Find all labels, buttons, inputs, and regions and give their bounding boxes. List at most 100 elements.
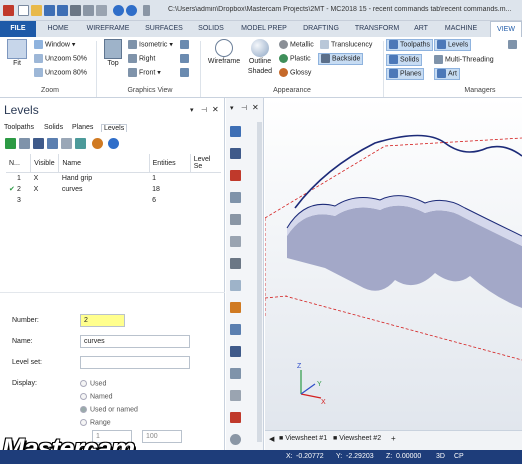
- tab-file[interactable]: FILE: [0, 21, 36, 37]
- tab-transform[interactable]: TRANSFORM: [350, 21, 404, 37]
- levels-manager-button[interactable]: Levels: [434, 39, 472, 52]
- recent-command-icon[interactable]: [230, 324, 241, 335]
- refresh-icon[interactable]: [75, 138, 86, 149]
- print-icon[interactable]: [70, 5, 81, 16]
- recent-command-icon[interactable]: [230, 434, 241, 445]
- recent-command-icon[interactable]: [230, 126, 241, 137]
- recent-command-icon[interactable]: [230, 236, 241, 247]
- redo-icon[interactable]: [126, 5, 137, 16]
- solids-manager-button[interactable]: Solids: [386, 54, 423, 67]
- manager-tab-toolpaths[interactable]: Toolpaths: [4, 124, 34, 131]
- layers-visible-icon[interactable]: [47, 138, 58, 149]
- undo-icon[interactable]: [113, 5, 124, 16]
- column-header-number[interactable]: N...: [6, 154, 32, 173]
- tab-wireframe[interactable]: WIREFRAME: [80, 21, 136, 37]
- close-panel-icon[interactable]: ✕: [212, 105, 219, 114]
- recent-command-icon[interactable]: [230, 368, 241, 379]
- outline-shaded-button[interactable]: Outline Shaded: [244, 39, 276, 77]
- recent-command-icon[interactable]: [230, 214, 241, 225]
- table-row[interactable]: 3 6: [6, 195, 221, 206]
- open-file-icon[interactable]: [31, 5, 42, 16]
- plastic-button[interactable]: Plastic: [279, 54, 311, 64]
- construction-plane[interactable]: CP: [454, 453, 464, 460]
- multithreading-manager-button[interactable]: Multi-Threading: [434, 55, 494, 65]
- print-preview-icon[interactable]: [83, 5, 94, 16]
- toolbar-dropdown-icon[interactable]: ▾: [230, 104, 234, 112]
- recent-command-icon[interactable]: [230, 148, 241, 159]
- window-zoom-button[interactable]: Window ▾: [34, 40, 75, 50]
- tab-surfaces[interactable]: SURFACES: [140, 21, 188, 37]
- isometric-button[interactable]: Isometric ▾: [128, 40, 173, 50]
- metallic-button[interactable]: Metallic: [279, 40, 314, 50]
- mastercam-app-icon[interactable]: [3, 5, 14, 16]
- tab-drafting[interactable]: DRAFTING: [298, 21, 344, 37]
- view-extra-button-1[interactable]: [180, 40, 191, 50]
- manager-tab-solids[interactable]: Solids: [44, 124, 63, 131]
- tab-machine[interactable]: MACHINE: [438, 21, 484, 37]
- display-used-or-named-radio[interactable]: Used or named: [80, 406, 138, 413]
- managers-extra-button[interactable]: [508, 40, 519, 50]
- recent-command-icon[interactable]: [230, 302, 241, 313]
- recent-command-icon[interactable]: [230, 390, 241, 401]
- graphics-viewport[interactable]: Z Y X: [264, 98, 522, 430]
- toolbar-pin-icon[interactable]: ⊣: [241, 104, 247, 112]
- table-row[interactable]: 1 X Hand grip 1: [6, 173, 221, 184]
- viewsheet-nav-icon[interactable]: ◀: [269, 435, 274, 443]
- column-header-name[interactable]: Name: [58, 154, 150, 173]
- unzoom-80-button[interactable]: Unzoom 80%: [34, 68, 87, 78]
- tab-art[interactable]: ART: [410, 21, 432, 37]
- settings-icon[interactable]: [92, 138, 103, 149]
- fit-button[interactable]: Fit: [6, 39, 28, 69]
- right-view-button[interactable]: Right: [128, 54, 155, 64]
- customize-chevron-icon[interactable]: [143, 5, 150, 16]
- range-to-field[interactable]: 100: [142, 430, 182, 443]
- tab-model-prep[interactable]: MODEL PREP: [236, 21, 292, 37]
- number-field[interactable]: 2: [80, 314, 125, 327]
- recent-command-icon[interactable]: [230, 192, 241, 203]
- toolpaths-manager-button[interactable]: Toolpaths: [386, 39, 433, 52]
- layers-icon[interactable]: [33, 138, 44, 149]
- viewsheet-tab-1[interactable]: ■ Viewsheet #1: [279, 435, 327, 442]
- wireframe-button[interactable]: Wireframe: [206, 39, 242, 67]
- help-icon[interactable]: [108, 138, 119, 149]
- recent-command-icon[interactable]: [230, 412, 241, 423]
- name-field[interactable]: curves: [80, 335, 190, 348]
- column-header-entities[interactable]: Entities: [149, 154, 191, 173]
- tab-view[interactable]: VIEW: [490, 21, 522, 37]
- glossy-button[interactable]: Glossy: [279, 68, 311, 78]
- table-row[interactable]: ✔ 2 X curves 18: [6, 184, 221, 195]
- viewsheet-tab-2[interactable]: ■ Viewsheet #2: [333, 435, 381, 442]
- layers-hidden-icon[interactable]: [61, 138, 72, 149]
- save-icon[interactable]: [44, 5, 55, 16]
- cut-icon[interactable]: [96, 5, 107, 16]
- recent-command-icon[interactable]: [230, 280, 241, 291]
- unzoom-50-button[interactable]: Unzoom 50%: [34, 54, 87, 64]
- display-named-radio[interactable]: Named: [80, 393, 113, 400]
- toolbar-scrollbar[interactable]: [257, 122, 262, 442]
- top-view-button[interactable]: Top: [102, 39, 124, 69]
- toolbar-close-icon[interactable]: ✕: [252, 103, 259, 112]
- art-manager-button[interactable]: Art: [434, 68, 460, 81]
- manager-tab-levels[interactable]: Levels: [101, 124, 128, 132]
- view-extra-button-2[interactable]: [180, 54, 191, 64]
- new-file-icon[interactable]: [18, 5, 29, 16]
- column-header-level-set[interactable]: Level Se: [190, 154, 221, 173]
- display-range-radio[interactable]: Range: [80, 419, 111, 426]
- front-view-button[interactable]: Front ▾: [128, 68, 161, 78]
- save-as-icon[interactable]: [57, 5, 68, 16]
- column-header-visible[interactable]: Visible: [30, 154, 60, 173]
- auto-hide-pin-icon[interactable]: ⊣: [201, 106, 207, 114]
- recent-command-icon[interactable]: [230, 170, 241, 181]
- mode-3d[interactable]: 3D: [436, 453, 445, 460]
- tab-home[interactable]: HOME: [40, 21, 76, 37]
- add-viewsheet-icon[interactable]: +: [391, 434, 396, 443]
- add-level-icon[interactable]: [5, 138, 16, 149]
- panel-pin-icon[interactable]: ▾: [190, 106, 194, 114]
- recent-command-icon[interactable]: [230, 258, 241, 269]
- manager-tab-planes[interactable]: Planes: [72, 124, 93, 131]
- translucency-button[interactable]: Translucency: [320, 40, 372, 50]
- backside-button[interactable]: Backside: [318, 53, 364, 66]
- view-extra-button-3[interactable]: [180, 68, 191, 78]
- find-level-icon[interactable]: [19, 138, 30, 149]
- level-set-field[interactable]: [80, 356, 190, 369]
